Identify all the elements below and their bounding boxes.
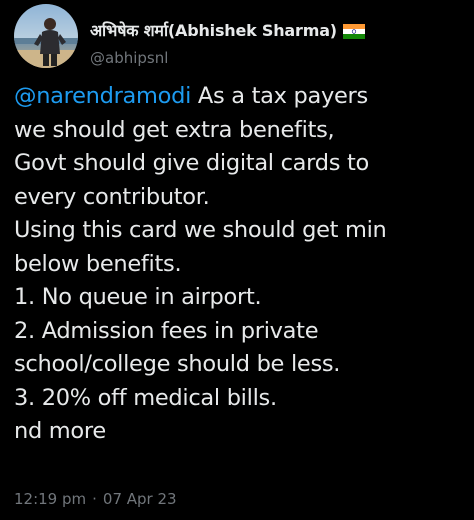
tweet-timestamp[interactable]: 12:19 pm · 07 Apr 23 xyxy=(14,490,177,508)
user-handle[interactable]: @abhipsnl xyxy=(90,49,470,67)
display-name[interactable]: अभिषेक शर्मा(Abhishek Sharma) xyxy=(90,19,337,41)
tweet-line: below benefits. xyxy=(14,250,182,277)
tweet-line: 2. Admission fees in private xyxy=(14,317,319,344)
tweet-line: every contributor. xyxy=(14,183,210,210)
tweet-text-segment: As a tax payers xyxy=(191,83,368,109)
tweet-line: 1. No queue in airport. xyxy=(14,284,262,310)
tweet-line: nd more xyxy=(14,418,106,444)
tweet-line-1: @narendramodi As a tax payers xyxy=(14,80,470,114)
tweet-text: @narendramodi As a tax payers we should … xyxy=(14,80,470,449)
tweet-line: Govt should give digital cards to xyxy=(14,150,369,176)
tweet-line: 3. 20% off medical bills. xyxy=(14,384,277,411)
mention-link[interactable]: @narendramodi xyxy=(14,83,191,109)
india-flag-icon xyxy=(342,23,365,39)
tweet-line: we should get extra benefits, xyxy=(14,116,335,143)
separator-dot: · xyxy=(92,490,97,508)
user-info: अभिषेक शर्मा(Abhishek Sharma) @abhipsnl xyxy=(90,17,470,67)
tweet-card: अभिषेक शर्मा(Abhishek Sharma) @abhipsnl … xyxy=(0,0,474,520)
tweet-line: Using this card we should get min xyxy=(14,217,387,243)
avatar[interactable] xyxy=(14,4,78,68)
tweet-time: 12:19 pm xyxy=(14,490,87,508)
name-row: अभिषेक शर्मा(Abhishek Sharma) xyxy=(90,17,470,43)
tweet-date: 07 Apr 23 xyxy=(102,490,177,508)
tweet-line: school/college should be less. xyxy=(14,351,341,377)
avatar-photo xyxy=(14,4,78,68)
